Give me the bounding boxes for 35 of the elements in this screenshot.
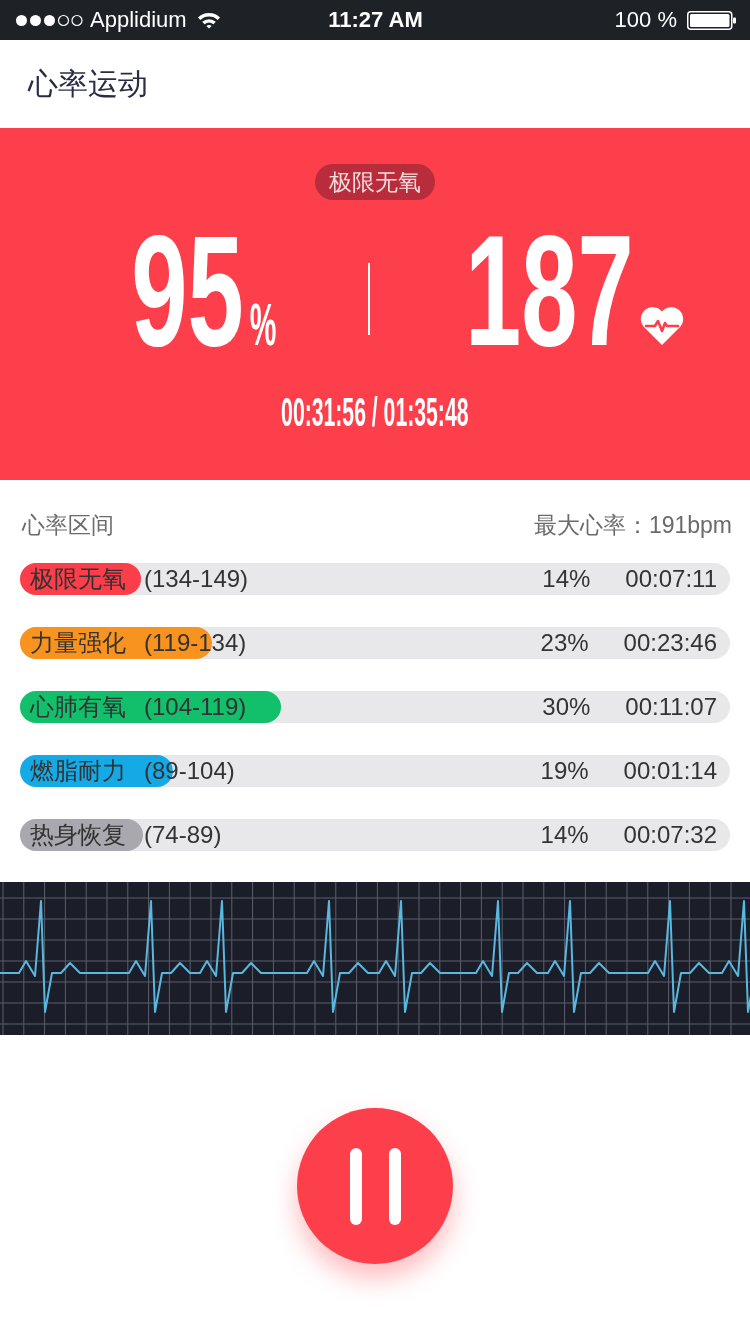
- zone-name: 燃脂耐力: [30, 756, 126, 786]
- percent-unit: %: [249, 295, 277, 355]
- page-title: 心率运动: [28, 66, 148, 102]
- pause-icon: [349, 1147, 401, 1225]
- signal-dots-icon: [15, 13, 83, 27]
- zone-duration: 00:11:07: [625, 692, 717, 722]
- zone-heart-rate-range: (74-89): [144, 820, 223, 850]
- heart-pulse-icon: [639, 305, 685, 345]
- zone-name: 心肺有氧: [30, 692, 126, 722]
- intensity-percent: 95: [131, 225, 244, 355]
- zone-percentage: 23%: [540, 628, 590, 658]
- max-heart-rate: 最大心率：191bpm: [533, 511, 732, 540]
- zone-duration: 00:23:46: [623, 628, 717, 658]
- battery-icon: [687, 10, 736, 30]
- heart-rate-value: 187: [465, 225, 634, 355]
- zone-percentage: 19%: [540, 756, 590, 786]
- zone-heart-rate-range: (134-149): [144, 564, 250, 594]
- zone-duration: 00:07:32: [623, 820, 717, 850]
- zones-title: 心率区间: [22, 511, 114, 540]
- wifi-icon: [196, 11, 221, 29]
- zone-name: 极限无氧: [30, 564, 126, 594]
- battery-percent: 100 %: [614, 7, 677, 33]
- zone-percentage: 14%: [540, 820, 590, 850]
- elapsed-time: 00:31:56 / 01:35:48: [281, 392, 469, 432]
- zone-heart-rate-range: (104-119): [144, 692, 248, 722]
- zone-percentage: 14%: [542, 564, 592, 594]
- pause-button[interactable]: [297, 1108, 453, 1264]
- zone-name: 热身恢复: [30, 820, 126, 850]
- carrier-name: Applidium: [90, 7, 187, 33]
- zone-percentage: 30%: [542, 692, 592, 722]
- zone-badge: 极限无氧: [315, 164, 435, 200]
- zone-duration: 00:01:14: [623, 756, 717, 786]
- zone-duration: 00:07:11: [625, 564, 717, 594]
- zone-name: 力量强化: [30, 628, 126, 658]
- status-time: 11:27 AM: [328, 7, 423, 33]
